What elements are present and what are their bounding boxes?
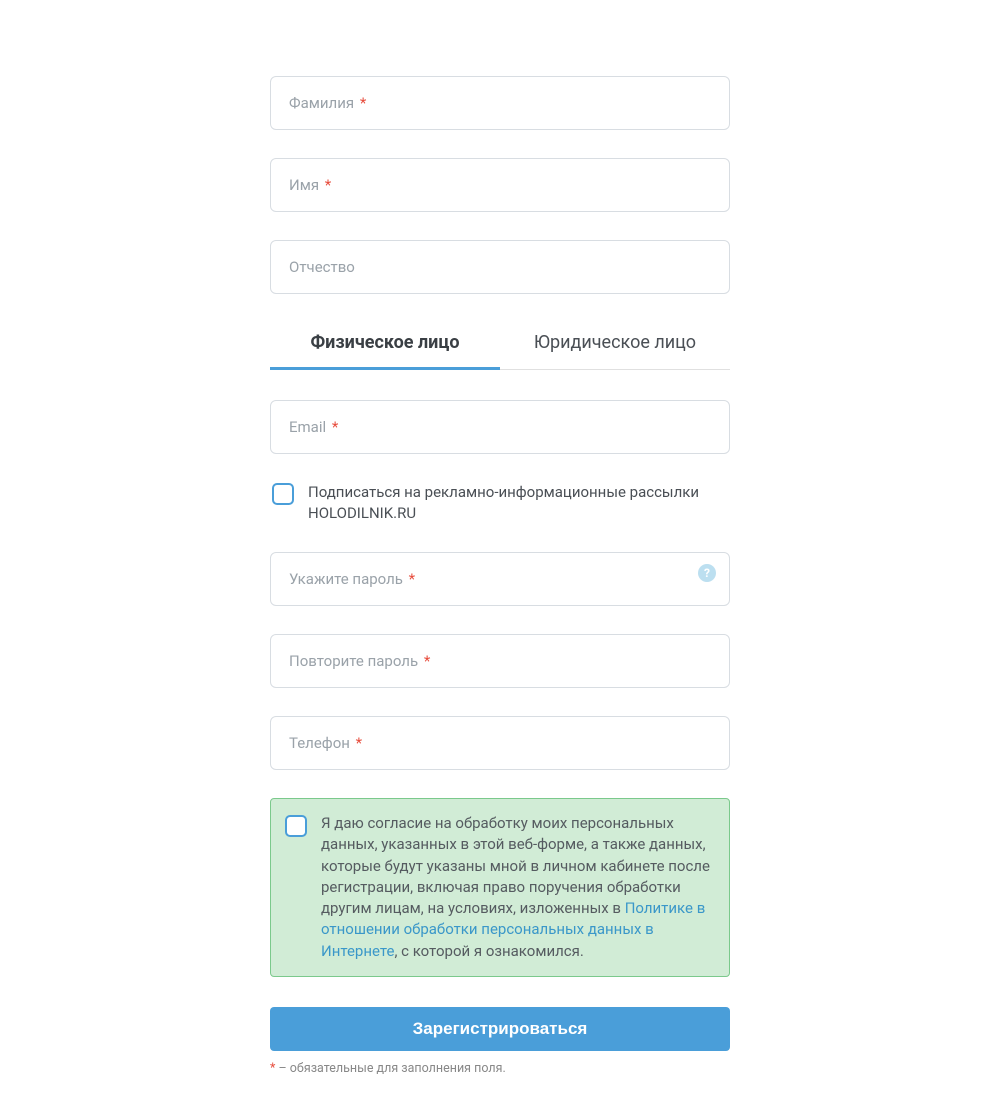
newsletter-checkbox[interactable] [272, 483, 294, 505]
registration-form: Фамилия * Имя * Отчество Физическое лицо… [270, 76, 730, 1120]
tab-individual[interactable]: Физическое лицо [270, 322, 500, 370]
patronymic-input[interactable] [270, 240, 730, 294]
password-help-icon[interactable]: ? [698, 564, 716, 582]
firstname-input[interactable] [270, 158, 730, 212]
submit-button[interactable]: Зарегистрироваться [270, 1007, 730, 1051]
tab-legal[interactable]: Юридическое лицо [500, 322, 730, 370]
consent-checkbox[interactable] [285, 815, 307, 837]
patronymic-field-wrap: Отчество [270, 240, 730, 294]
entity-type-tabs: Физическое лицо Юридическое лицо [270, 322, 730, 370]
email-field-wrap: Email * [270, 400, 730, 454]
lastname-field-wrap: Фамилия * [270, 76, 730, 130]
required-footnote: * – обязательные для заполнения поля. [270, 1061, 730, 1076]
email-input[interactable] [270, 400, 730, 454]
phone-input[interactable] [270, 716, 730, 770]
password-input[interactable] [270, 552, 730, 606]
password-confirm-input[interactable] [270, 634, 730, 688]
phone-field-wrap: Телефон * [270, 716, 730, 770]
consent-box: Я даю согласие на обработку моих персона… [270, 798, 730, 977]
lastname-input[interactable] [270, 76, 730, 130]
password-confirm-field-wrap: Повторите пароль * [270, 634, 730, 688]
password-field-wrap: Укажите пароль * ? [270, 552, 730, 606]
newsletter-label: Подписаться на рекламно-информационные р… [308, 482, 728, 524]
consent-text: Я даю согласие на обработку моих персона… [321, 813, 713, 962]
firstname-field-wrap: Имя * [270, 158, 730, 212]
newsletter-row: Подписаться на рекламно-информационные р… [270, 482, 730, 524]
